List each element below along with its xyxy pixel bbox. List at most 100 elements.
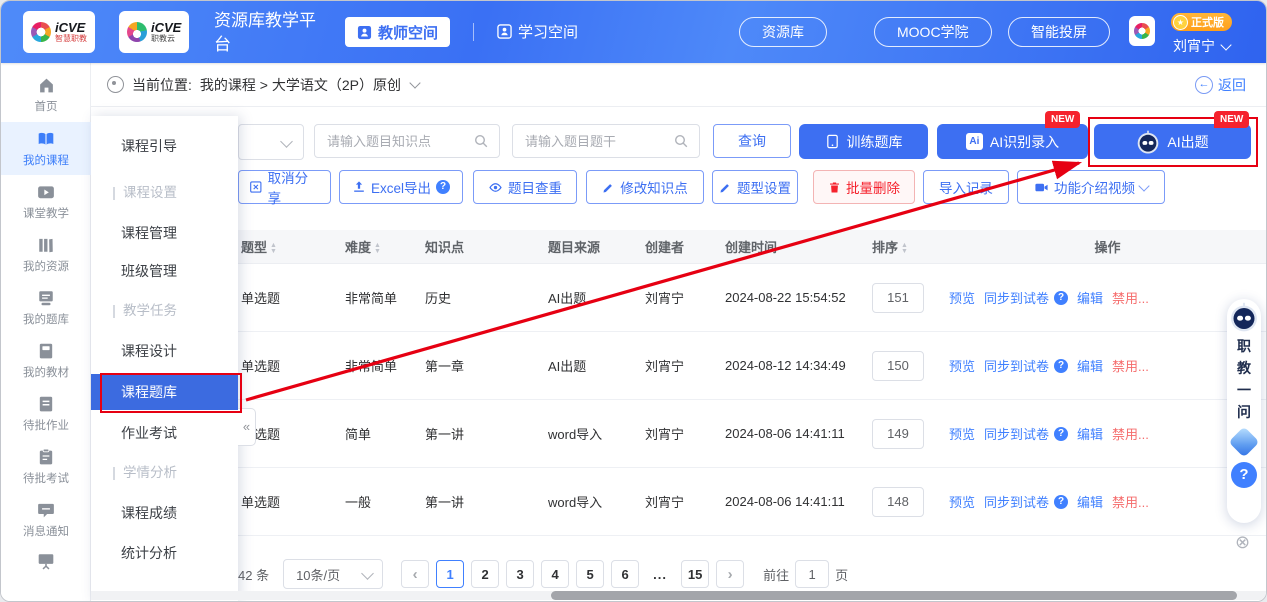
version-badge-label: 正式版	[1191, 14, 1224, 30]
excel-export-button[interactable]: Excel导出 ?	[339, 170, 463, 204]
order-input[interactable]	[872, 283, 924, 313]
order-input[interactable]	[872, 419, 924, 449]
page-button[interactable]: 15	[681, 560, 709, 588]
page-button[interactable]: 3	[506, 560, 534, 588]
page-button[interactable]: 2	[471, 560, 499, 588]
sort-icon[interactable]: ▲▼	[374, 243, 381, 255]
disable-link[interactable]: 禁用...	[1112, 356, 1149, 375]
import-record-button[interactable]: 导入记录	[923, 170, 1009, 204]
batch-delete-button[interactable]: 批量删除	[813, 170, 915, 204]
new-badge: NEW	[1045, 111, 1080, 128]
help-icon[interactable]: ?	[436, 180, 450, 194]
page-button[interactable]: 1	[436, 560, 464, 588]
prev-page-button[interactable]	[401, 560, 429, 588]
disable-link[interactable]: 禁用...	[1112, 492, 1149, 511]
page-button[interactable]: 6	[611, 560, 639, 588]
sync-to-paper-link[interactable]: 同步到试卷	[984, 356, 1049, 375]
help-icon[interactable]: ?	[1054, 359, 1068, 373]
duplicate-check-button[interactable]: 题目查重	[473, 170, 577, 204]
edit-link[interactable]: 编辑	[1077, 424, 1103, 443]
question-type-select[interactable]	[238, 124, 304, 160]
assistant-help-button[interactable]: ?	[1231, 462, 1257, 488]
sync-to-paper-link[interactable]: 同步到试卷	[984, 288, 1049, 307]
assistant-widget[interactable]: 职教一问 ?	[1227, 299, 1261, 523]
knowledge-point-input[interactable]	[314, 124, 500, 158]
menu-item-course-question-bank[interactable]: 课程题库	[91, 374, 238, 410]
preview-link[interactable]: 预览	[949, 288, 975, 307]
breadcrumb-chevron-icon[interactable]	[409, 77, 420, 88]
page-size-select[interactable]: 10条/页	[283, 559, 383, 589]
next-page-button[interactable]	[716, 560, 744, 588]
cancel-share-button[interactable]: 取消分享	[238, 170, 331, 204]
learning-space-link[interactable]: 学习空间	[497, 21, 578, 42]
smart-cast-pill[interactable]: 智能投屏	[1008, 17, 1110, 47]
training-bank-button[interactable]: 训练题库	[799, 124, 928, 159]
assistant-close-icon[interactable]: ⊗	[1235, 533, 1253, 551]
sidebar-item-presentation[interactable]	[1, 546, 91, 576]
order-input[interactable]	[872, 487, 924, 517]
sidebar-item-home[interactable]: 首页	[1, 69, 91, 122]
ai-recognition-label: AI识别录入	[990, 132, 1059, 152]
page-button[interactable]: 4	[541, 560, 569, 588]
back-button[interactable]: ← 返回	[1195, 75, 1246, 95]
preview-link[interactable]: 预览	[949, 356, 975, 375]
order-input[interactable]	[872, 351, 924, 381]
menu-item-statistics[interactable]: 统计分析	[91, 536, 238, 570]
breadcrumb-path[interactable]: 我的课程 > 大学语文（2P）原创	[200, 75, 401, 95]
help-icon[interactable]: ?	[1054, 291, 1068, 305]
edit-knowledge-button[interactable]: 修改知识点	[586, 170, 704, 204]
edit-link[interactable]: 编辑	[1077, 288, 1103, 307]
menu-item-course-guide[interactable]: 课程引导	[91, 129, 238, 163]
menu-item-course-design[interactable]: 课程设计	[91, 334, 238, 368]
teacher-space-button[interactable]: 教师空间	[345, 17, 450, 47]
sidebar-item-pending-homework[interactable]: 待批作业	[1, 387, 91, 440]
sidebar-item-classroom-teaching[interactable]: 课堂教学	[1, 175, 91, 228]
sync-to-paper-link[interactable]: 同步到试卷	[984, 424, 1049, 443]
sort-icon[interactable]: ▲▼	[270, 243, 277, 255]
sidebar-item-pending-exams[interactable]: 待批考试	[1, 440, 91, 493]
user-menu[interactable]: 刘宵宁	[1173, 36, 1230, 56]
cancel-share-label: 取消分享	[268, 167, 320, 207]
sync-to-paper-link[interactable]: 同步到试卷	[984, 492, 1049, 511]
query-button[interactable]: 查询	[713, 124, 791, 158]
col-created: 创建时间	[725, 237, 872, 256]
question-stem-input[interactable]	[512, 124, 700, 158]
disable-link[interactable]: 禁用...	[1112, 424, 1149, 443]
preview-link[interactable]: 预览	[949, 424, 975, 443]
sidebar-item-my-courses[interactable]: 我的课程	[1, 122, 91, 175]
brand2-sub: 职教云	[151, 34, 181, 43]
resource-library-pill[interactable]: 资源库	[739, 17, 827, 47]
menu-collapse-handle[interactable]: «	[238, 408, 256, 446]
page-button[interactable]: 5	[576, 560, 604, 588]
sidebar-label: 我的课程	[23, 152, 69, 168]
edit-link[interactable]: 编辑	[1077, 492, 1103, 511]
app-mini-logo[interactable]	[1129, 16, 1155, 46]
goto-page-input[interactable]	[795, 560, 829, 588]
menu-item-course-grades[interactable]: 课程成绩	[91, 496, 238, 530]
breadcrumb-bar: 当前位置: 我的课程 > 大学语文（2P）原创 ← 返回	[91, 63, 1266, 107]
intro-video-button[interactable]: 功能介绍视频	[1017, 170, 1165, 204]
ai-recognition-button[interactable]: Ai AI识别录入	[937, 124, 1088, 159]
menu-item-homework-exam[interactable]: 作业考试	[91, 416, 238, 450]
sidebar-label: 首页	[35, 98, 58, 114]
menu-section-learning-analysis: 学情分析	[91, 458, 238, 488]
menu-item-class-management[interactable]: 班级管理	[91, 254, 238, 288]
mooc-college-pill[interactable]: MOOC学院	[874, 17, 992, 47]
sidebar-item-my-resources[interactable]: 我的资源	[1, 228, 91, 281]
preview-link[interactable]: 预览	[949, 492, 975, 511]
sort-icon[interactable]: ▲▼	[901, 243, 908, 255]
help-icon[interactable]: ?	[1054, 427, 1068, 441]
edit-link[interactable]: 编辑	[1077, 356, 1103, 375]
ai-generate-button[interactable]: AI出题	[1094, 124, 1251, 159]
help-icon[interactable]: ?	[1054, 495, 1068, 509]
sidebar-label: 课堂教学	[23, 205, 69, 221]
sidebar-item-my-question-bank[interactable]: 我的题库	[1, 281, 91, 334]
type-settings-button[interactable]: 题型设置	[712, 170, 798, 204]
disable-link[interactable]: 禁用...	[1112, 288, 1149, 307]
cell-creator: 刘宵宁	[645, 492, 725, 511]
menu-item-course-management[interactable]: 课程管理	[91, 216, 238, 250]
sidebar-item-notifications[interactable]: 消息通知	[1, 493, 91, 546]
horizontal-scrollbar-thumb[interactable]	[551, 591, 1237, 600]
page-ellipsis[interactable]: ...	[646, 560, 674, 588]
sidebar-item-my-textbooks[interactable]: 我的教材	[1, 334, 91, 387]
